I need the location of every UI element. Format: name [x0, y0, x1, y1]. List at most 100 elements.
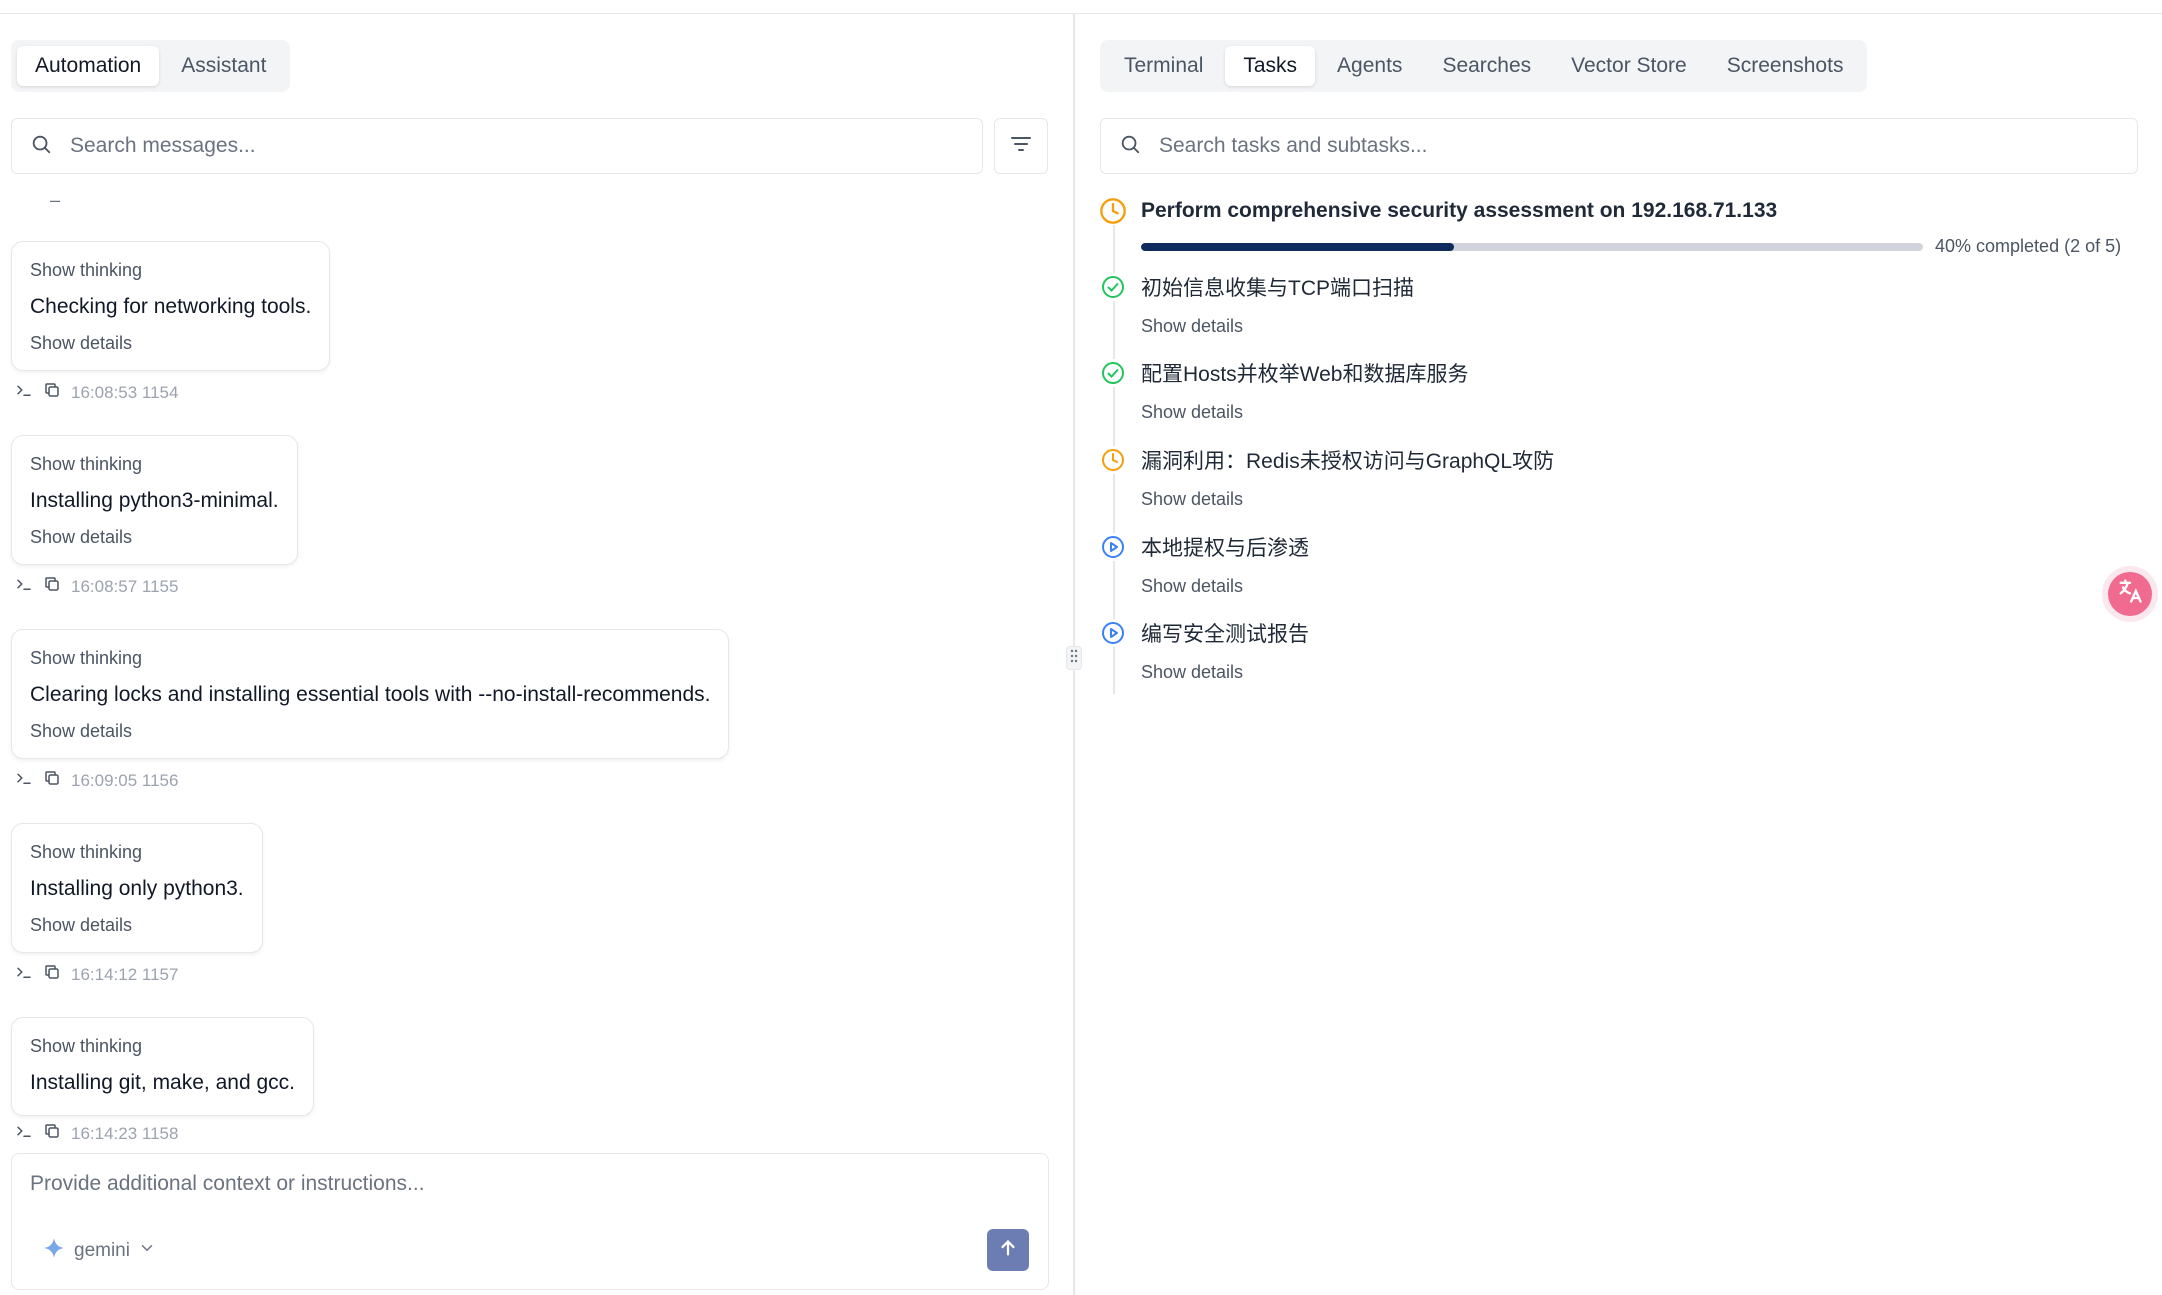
search-icon	[30, 133, 52, 160]
task-progress-fill	[1141, 243, 1454, 251]
message-text: Installing git, make, and gcc.	[30, 1071, 295, 1094]
message-list[interactable]: – Show thinking Checking for networking …	[0, 190, 1073, 1155]
subtask-label: 漏洞利用：Redis未授权访问与GraphQL攻防	[1141, 450, 1555, 473]
subtask-label: 编写安全测试报告	[1141, 623, 1309, 646]
show-details-toggle[interactable]: Show details	[1141, 316, 1414, 337]
list-item: Show thinking Installing python3-minimal…	[11, 435, 298, 598]
show-thinking-toggle[interactable]: Show thinking	[30, 260, 311, 281]
show-details-toggle[interactable]: Show details	[1141, 402, 1468, 423]
tab-assistant[interactable]: Assistant	[163, 46, 284, 86]
message-text: Installing python3-minimal.	[30, 489, 279, 512]
tab-screenshots[interactable]: Screenshots	[1709, 46, 1862, 86]
list-item: Show thinking Checking for networking to…	[11, 241, 331, 404]
clock-icon	[1099, 197, 1127, 225]
copy-icon[interactable]	[43, 963, 61, 986]
search-icon	[1119, 133, 1141, 160]
message-meta: 16:14:23 1158	[15, 1122, 314, 1145]
automation-panel: Automation Assistant – Show thinking Che…	[0, 14, 1073, 1295]
message-timestamp: 16:14:12 1157	[71, 964, 179, 984]
show-thinking-toggle[interactable]: Show thinking	[30, 454, 279, 475]
show-thinking-toggle[interactable]: Show thinking	[30, 842, 244, 863]
show-details-toggle[interactable]: Show details	[1141, 489, 1554, 510]
message-timestamp: 16:14:23 1158	[71, 1123, 179, 1143]
subtask-header[interactable]: 漏洞利用：Redis未授权访问与GraphQL攻防	[1099, 445, 1554, 475]
message-composer: gemini	[11, 1153, 1049, 1290]
subtask-item: 配置Hosts并枚举Web和数据库服务 Show details	[1099, 358, 1468, 423]
tab-automation[interactable]: Automation	[17, 46, 160, 86]
show-details-toggle[interactable]: Show details	[1141, 576, 1309, 597]
message-meta: 16:14:12 1157	[15, 963, 263, 986]
tab-vector-store[interactable]: Vector Store	[1553, 46, 1705, 86]
show-details-toggle[interactable]: Show details	[30, 721, 710, 742]
message-timestamp: 16:08:53 1154	[71, 382, 179, 402]
instructions-input[interactable]	[30, 1172, 1020, 1212]
message-timestamp: 16:08:57 1155	[71, 576, 179, 596]
tab-agents[interactable]: Agents	[1319, 46, 1420, 86]
subtask-header[interactable]: 编写安全测试报告	[1099, 618, 1309, 648]
message-text: Checking for networking tools.	[30, 295, 312, 318]
list-item: Show thinking Installing only python3. S…	[11, 823, 263, 986]
tab-searches[interactable]: Searches	[1424, 46, 1549, 86]
message-search[interactable]	[11, 118, 983, 174]
show-details-toggle[interactable]: Show details	[1141, 662, 1309, 683]
task-search[interactable]	[1100, 118, 2138, 174]
message-card: Show thinking Clearing locks and install…	[11, 629, 730, 759]
subtask-item: 漏洞利用：Redis未授权访问与GraphQL攻防 Show details	[1099, 445, 1554, 510]
terminal-icon[interactable]	[15, 575, 33, 598]
message-card: Show thinking Installing python3-minimal…	[11, 435, 298, 565]
message-text: Installing only python3.	[30, 877, 244, 900]
subtask-header[interactable]: 配置Hosts并枚举Web和数据库服务	[1099, 358, 1468, 388]
truncated-marker: –	[50, 190, 61, 210]
copy-icon[interactable]	[43, 381, 61, 404]
check-circle-icon	[1099, 273, 1127, 301]
model-selector[interactable]: gemini	[42, 1236, 156, 1266]
subtask-header[interactable]: 初始信息收集与TCP端口扫描	[1099, 272, 1414, 302]
model-name: gemini	[74, 1240, 130, 1261]
play-circle-icon	[1099, 533, 1127, 561]
show-thinking-toggle[interactable]: Show thinking	[30, 648, 710, 669]
tasks-panel: Terminal Tasks Agents Searches Vector St…	[1075, 14, 2162, 1295]
terminal-icon[interactable]	[15, 1122, 33, 1145]
translate-button[interactable]	[2108, 572, 2152, 616]
subtask-item: 编写安全测试报告 Show details	[1099, 618, 1309, 683]
message-card: Show thinking Checking for networking to…	[11, 241, 331, 371]
subtask-item: 本地提权与后渗透 Show details	[1099, 532, 1309, 597]
play-circle-icon	[1099, 619, 1127, 647]
tab-terminal[interactable]: Terminal	[1106, 46, 1221, 86]
clock-icon	[1099, 446, 1127, 474]
list-item: Show thinking Clearing locks and install…	[11, 629, 730, 792]
subtask-label: 初始信息收集与TCP端口扫描	[1141, 277, 1414, 300]
copy-icon[interactable]	[43, 769, 61, 792]
search-input[interactable]	[1159, 134, 2076, 158]
send-button[interactable]	[987, 1229, 1029, 1271]
copy-icon[interactable]	[43, 1122, 61, 1145]
message-meta: 16:09:05 1156	[15, 769, 729, 792]
show-details-toggle[interactable]: Show details	[30, 915, 244, 936]
message-card: Show thinking Installing only python3. S…	[11, 823, 263, 953]
message-text: Clearing locks and installing essential …	[30, 683, 711, 706]
subtask-header[interactable]: 本地提权与后渗透	[1099, 532, 1309, 562]
subtask-item: 初始信息收集与TCP端口扫描 Show details	[1099, 272, 1414, 337]
filter-icon	[1009, 132, 1033, 161]
progress-text: 40% completed (2 of 5)	[1935, 236, 2122, 256]
chevron-down-icon	[138, 1239, 156, 1263]
show-details-toggle[interactable]: Show details	[30, 333, 311, 354]
task-progress-bar	[1141, 243, 1923, 251]
terminal-icon[interactable]	[15, 769, 33, 792]
subtask-label: 配置Hosts并枚举Web和数据库服务	[1141, 363, 1469, 386]
sparkle-icon	[42, 1236, 66, 1266]
list-item: Show thinking Installing git, make, and …	[11, 1017, 314, 1145]
tab-tasks[interactable]: Tasks	[1225, 46, 1316, 86]
translate-icon	[2116, 577, 2144, 611]
search-input[interactable]	[70, 134, 927, 158]
terminal-icon[interactable]	[15, 963, 33, 986]
task-header[interactable]: Perform comprehensive security assessmen…	[1099, 197, 1777, 225]
show-details-toggle[interactable]: Show details	[30, 527, 279, 548]
copy-icon[interactable]	[43, 575, 61, 598]
terminal-icon[interactable]	[15, 381, 33, 404]
message-meta: 16:08:57 1155	[15, 575, 298, 598]
message-card: Show thinking Installing git, make, and …	[11, 1017, 314, 1116]
filter-button[interactable]	[994, 118, 1048, 174]
show-thinking-toggle[interactable]: Show thinking	[30, 1036, 295, 1057]
right-tabs: Terminal Tasks Agents Searches Vector St…	[1100, 40, 1868, 92]
